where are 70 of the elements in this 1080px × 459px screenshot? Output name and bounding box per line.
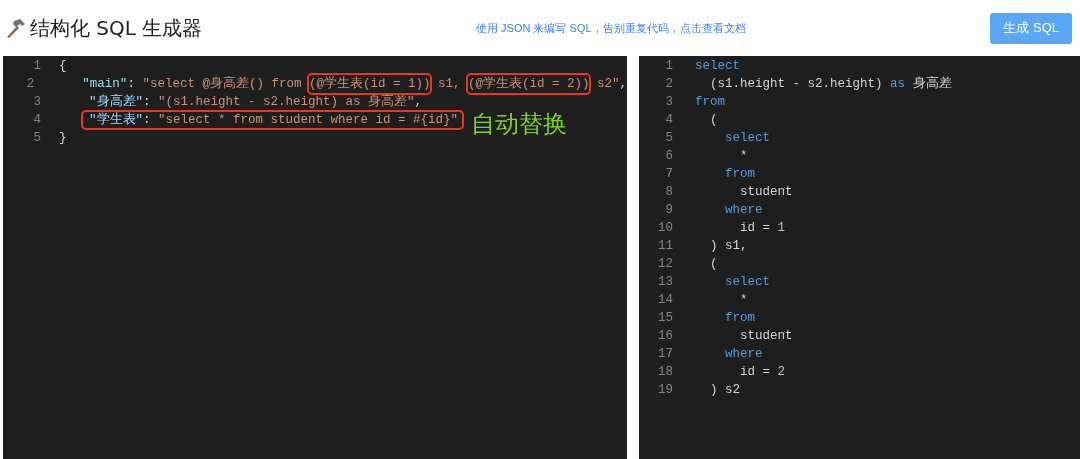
code-text: { xyxy=(59,57,67,75)
generate-sql-button[interactable]: 生成 SQL xyxy=(990,12,1072,44)
sql-keyword: as xyxy=(890,75,906,93)
line-number: 5 xyxy=(664,129,673,147)
line-number: 11 xyxy=(657,237,673,255)
code-text: : xyxy=(143,111,152,129)
line-number: 10 xyxy=(657,219,673,237)
code-text: ) s2 xyxy=(709,381,740,399)
code-text: , xyxy=(619,75,627,93)
docs-link[interactable]: 使用 JSON 来编写 SQL，告别重复代码，点击查看文档 xyxy=(476,19,746,37)
line-number: 3 xyxy=(664,93,673,111)
number-literal: 2 xyxy=(777,363,786,381)
sql-keyword: select xyxy=(724,273,770,291)
line-number: 9 xyxy=(664,201,673,219)
line-number: 4 xyxy=(32,111,41,129)
code-text: * xyxy=(739,291,748,309)
line-number: 12 xyxy=(657,255,673,273)
page-title: 结构化 SQL 生成器 xyxy=(30,15,203,42)
code-text: , xyxy=(414,93,423,111)
number-literal: 1 xyxy=(777,219,786,237)
code-text: student xyxy=(739,183,793,201)
json-string: s2" xyxy=(595,75,620,93)
code-text: : xyxy=(143,93,152,111)
code-text: ) s1, xyxy=(709,237,748,255)
code-text: } xyxy=(59,129,67,147)
json-editor[interactable]: 1 { 2 "main": "select @身高差() from (@学生表(id = 1)) s1, (@学生表(id = 2)) s2", 3 "身高差": "(s1.height - s2.height) as 身高差", 4 "学生表": "select * from student where id = #{id}" 5 } 自动替换 xyxy=(3,56,627,459)
line-number: 2 xyxy=(664,75,673,93)
json-string: (@学生表(id = 2)) xyxy=(467,74,590,94)
line-number: 15 xyxy=(657,309,673,327)
sql-keyword: select xyxy=(724,129,770,147)
line-number: 3 xyxy=(32,93,41,111)
json-key: "main" xyxy=(82,74,128,94)
line-number: 2 xyxy=(25,75,35,93)
line-number: 14 xyxy=(657,291,673,309)
code-text: 身高差 xyxy=(911,75,952,93)
line-number: 8 xyxy=(664,183,673,201)
sql-keyword: where xyxy=(724,345,763,363)
line-number: 7 xyxy=(664,165,673,183)
json-string: "select @身高差() from xyxy=(142,75,303,93)
code-text: ( xyxy=(709,255,718,273)
line-number: 18 xyxy=(657,363,673,381)
json-string: "(s1.height - s2.height) as 身高差" xyxy=(158,93,415,111)
code-text: student xyxy=(739,327,793,345)
line-number: 13 xyxy=(657,273,673,291)
code-text: ( xyxy=(709,111,718,129)
line-number: 1 xyxy=(664,57,673,75)
sql-keyword: from xyxy=(724,309,755,327)
json-string: s1, xyxy=(436,75,462,93)
hammer-icon xyxy=(4,17,26,39)
annotation-text: 自动替换 xyxy=(471,109,567,140)
line-number: 6 xyxy=(664,147,673,165)
sql-keyword: where xyxy=(724,201,763,219)
line-number: 5 xyxy=(32,129,41,147)
code-text: (s1.height - s2.height) xyxy=(709,75,884,93)
json-string: (@学生表(id = 1)) xyxy=(308,74,431,94)
line-number: 17 xyxy=(657,345,673,363)
json-key: "身高差" xyxy=(89,92,143,112)
line-number: 4 xyxy=(664,111,673,129)
code-text: : xyxy=(127,75,136,93)
json-string: "select * from student where id = #{id}" xyxy=(158,111,459,129)
code-text: id = xyxy=(739,363,771,381)
sql-keyword: from xyxy=(724,165,755,183)
code-text: id = xyxy=(739,219,771,237)
line-number: 19 xyxy=(657,381,673,399)
sql-keyword: from xyxy=(695,93,725,111)
code-text: * xyxy=(739,147,748,165)
json-key: "学生表" xyxy=(89,110,143,130)
line-number: 1 xyxy=(32,57,41,75)
sql-keyword: select xyxy=(695,57,740,75)
line-number: 16 xyxy=(657,327,673,345)
